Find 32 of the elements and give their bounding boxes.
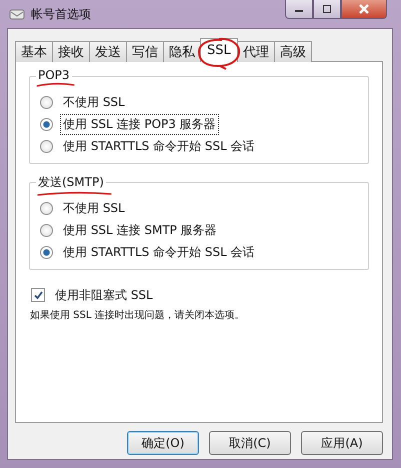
checkbox[interactable] bbox=[31, 288, 45, 302]
tab[interactable]: 接收 bbox=[52, 41, 90, 62]
tab[interactable]: 代理 bbox=[236, 41, 275, 62]
tab[interactable]: 写信 bbox=[126, 41, 164, 62]
hint-text: 如果使用 SSL 连接时出现问题，请关闭本选项。 bbox=[30, 308, 246, 322]
radio-button[interactable] bbox=[40, 96, 53, 108]
tab[interactable]: 隐私 bbox=[163, 41, 201, 62]
radio-label: 使用 SSL 连接 SMTP 服务器 bbox=[62, 222, 218, 238]
radio-button[interactable] bbox=[40, 140, 53, 152]
apply-button[interactable]: 应用(A) bbox=[301, 431, 383, 455]
radio-label: 不使用 SSL bbox=[62, 200, 126, 216]
tab[interactable]: 发送 bbox=[89, 41, 127, 62]
close-button[interactable] bbox=[341, 0, 387, 19]
radio-label: 使用 SSL 连接 POP3 服务器 bbox=[61, 114, 218, 134]
cancel-button[interactable]: 取消(C) bbox=[209, 431, 291, 455]
radio-button[interactable] bbox=[40, 246, 53, 258]
radio-button[interactable] bbox=[40, 224, 53, 236]
radio-button[interactable] bbox=[40, 202, 53, 214]
envelope-icon bbox=[9, 7, 25, 21]
window-title: 帐号首选项 bbox=[31, 6, 91, 22]
tab[interactable]: 高级 bbox=[274, 41, 312, 62]
radio-label: 使用 STARTTLS 命令开始 SSL 会话 bbox=[62, 244, 256, 260]
radio-label: 不使用 SSL bbox=[62, 94, 126, 110]
minimize-button[interactable] bbox=[285, 0, 313, 19]
radio-label: 使用 STARTTLS 命令开始 SSL 会话 bbox=[62, 138, 256, 154]
radio-button[interactable] bbox=[40, 118, 53, 130]
maximize-icon bbox=[322, 5, 332, 13]
checkbox-label: 使用非阻塞式 SSL bbox=[54, 286, 154, 304]
close-icon bbox=[358, 4, 370, 14]
tab[interactable]: 基本 bbox=[15, 41, 53, 62]
maximize-button[interactable] bbox=[313, 0, 341, 19]
ok-button[interactable]: 确定(O) bbox=[127, 431, 199, 455]
